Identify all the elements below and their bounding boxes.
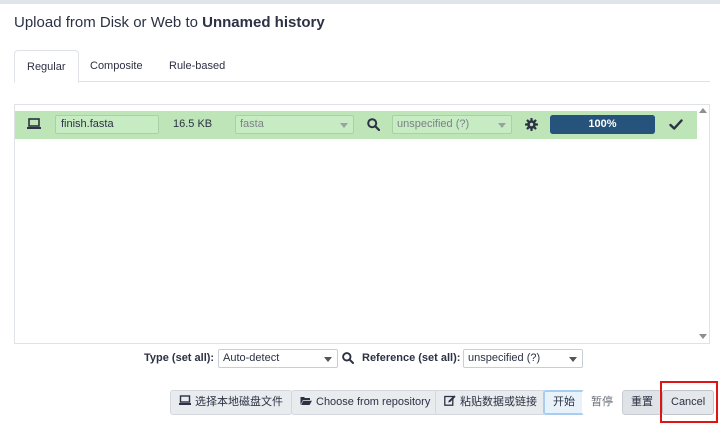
search-icon[interactable] [367, 118, 380, 131]
progress-label: 100% [588, 118, 617, 130]
set-all-bar: Type (set all): Auto-detect Reference (s… [0, 348, 720, 368]
scroll-up-arrow[interactable] [699, 108, 707, 113]
file-size: 16.5 KB [173, 118, 213, 130]
background-page-strip [0, 0, 720, 4]
search-icon[interactable] [342, 352, 354, 364]
edit-icon [444, 395, 456, 406]
choose-local-files-label: 选择本地磁盘文件 [195, 396, 283, 408]
type-set-all-value: Auto-detect [223, 352, 280, 364]
file-name-field[interactable]: finish.fasta [55, 115, 159, 134]
reset-button[interactable]: 重置 [622, 390, 662, 415]
type-set-all-select[interactable]: Auto-detect [218, 349, 338, 368]
file-type-value: fasta [240, 118, 264, 130]
laptop-icon [179, 395, 191, 405]
type-set-all-label: Type (set all): [144, 352, 215, 364]
check-icon [669, 119, 683, 130]
start-button[interactable]: 开始 [543, 390, 585, 415]
tab-rule-based[interactable]: Rule-based [157, 50, 237, 83]
file-reference-value: unspecified (?) [397, 118, 470, 130]
tab-composite[interactable]: Composite [78, 50, 155, 83]
history-name: Unnamed history [202, 14, 325, 31]
tab-regular[interactable]: Regular [14, 50, 79, 83]
laptop-icon [27, 118, 41, 129]
reference-set-all-label: Reference (set all): [362, 352, 461, 364]
choose-local-files-button[interactable]: 选择本地磁盘文件 [170, 390, 292, 415]
gear-icon[interactable] [525, 118, 538, 131]
chevron-down-icon [324, 357, 332, 362]
pause-button[interactable]: 暂停 [582, 390, 622, 415]
choose-from-repository-button[interactable]: Choose from repository [291, 390, 440, 415]
chevron-down-icon [340, 123, 348, 128]
file-reference-select[interactable]: unspecified (?) [392, 115, 512, 134]
dialog-title-prefix: Upload from Disk or Web to [14, 14, 198, 31]
reference-set-all-value: unspecified (?) [468, 352, 541, 364]
upload-tabs: Regular Composite Rule-based [14, 50, 710, 83]
chevron-down-icon [498, 123, 506, 128]
cancel-highlight-box [660, 381, 718, 423]
upload-file-list: finish.fasta 16.5 KB fasta unspecified (… [14, 104, 710, 344]
file-type-select[interactable]: fasta [235, 115, 354, 134]
folder-open-icon [300, 397, 312, 405]
upload-row: finish.fasta 16.5 KB fasta unspecified (… [15, 111, 697, 139]
scroll-down-arrow[interactable] [699, 334, 707, 339]
reference-set-all-select[interactable]: unspecified (?) [463, 349, 583, 368]
dialog-title: Upload from Disk or Web to Unnamed histo… [14, 14, 325, 31]
paste-fetch-label: 粘贴数据或链接 [460, 396, 537, 408]
choose-from-repository-label: Choose from repository [316, 396, 431, 408]
upload-progress-bar: 100% [550, 115, 655, 134]
chevron-down-icon [569, 357, 577, 362]
paste-fetch-button[interactable]: 粘贴数据或链接 [435, 390, 546, 415]
